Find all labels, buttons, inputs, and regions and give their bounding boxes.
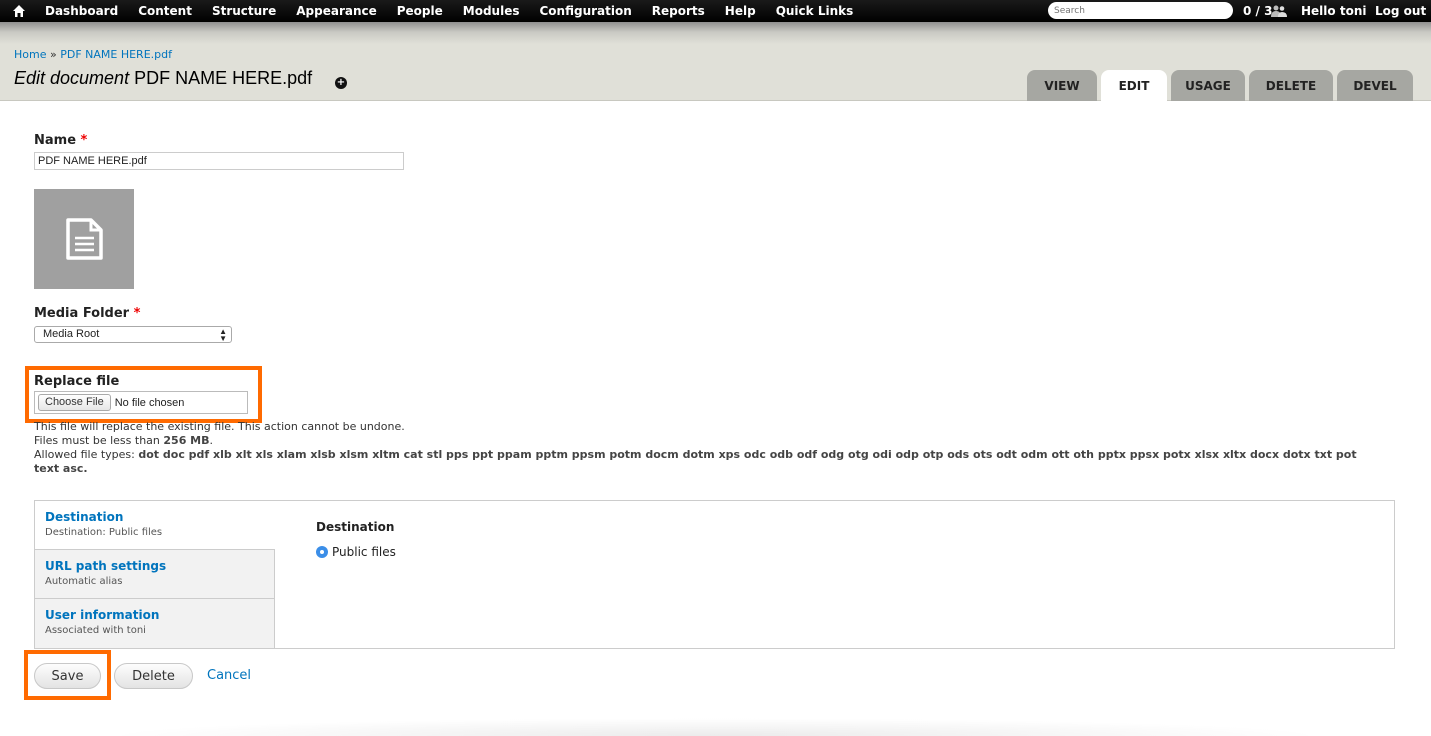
no-file-chosen-text: No file chosen bbox=[114, 396, 185, 409]
select-arrows-icon: ▲ ▼ bbox=[219, 327, 227, 343]
vertical-tabs-list: Destination Destination: Public files UR… bbox=[35, 501, 275, 648]
delete-button[interactable]: Delete bbox=[114, 663, 193, 689]
desc-types-suffix: . bbox=[83, 462, 88, 475]
vtab-url-path-settings[interactable]: URL path settings Automatic alias bbox=[35, 550, 275, 599]
cancel-link[interactable]: Cancel bbox=[207, 668, 251, 683]
vtab-destination[interactable]: Destination Destination: Public files bbox=[35, 501, 275, 550]
desc-size-prefix: Files must be less than bbox=[34, 434, 164, 447]
toolbar-item-people[interactable]: People bbox=[397, 0, 443, 22]
admin-toolbar: Dashboard Content Structure Appearance P… bbox=[0, 0, 1431, 22]
page-bottom-shadow bbox=[100, 718, 1330, 736]
greeting-text: Hello bbox=[1301, 4, 1340, 18]
vtab-summary: Associated with toni bbox=[45, 625, 146, 636]
vtab-title: Destination bbox=[45, 510, 124, 524]
primary-tabs: VIEW EDIT USAGE DELETE DEVEL bbox=[1023, 70, 1413, 102]
tab-edit[interactable]: EDIT bbox=[1101, 70, 1167, 102]
vtab-summary: Destination: Public files bbox=[45, 527, 163, 538]
desc-size-limit: Files must be less than 256 MB. bbox=[34, 434, 1384, 448]
users-icon bbox=[1271, 5, 1287, 17]
save-button[interactable]: Save bbox=[34, 663, 101, 689]
toolbar-item-quick-links[interactable]: Quick Links bbox=[776, 0, 854, 22]
page-title-name: PDF NAME HERE.pdf bbox=[129, 68, 313, 88]
toolbar-item-appearance[interactable]: Appearance bbox=[296, 0, 377, 22]
username-link[interactable]: toni bbox=[1340, 4, 1367, 18]
vtab-title: User information bbox=[45, 608, 160, 622]
user-count: 0 / 3 bbox=[1243, 4, 1273, 18]
breadcrumb-home-link[interactable]: Home bbox=[14, 48, 46, 61]
media-folder-label: Media Folder * bbox=[34, 306, 140, 321]
breadcrumb: Home » PDF NAME HERE.pdf bbox=[14, 48, 172, 61]
name-label: Name * bbox=[34, 133, 87, 148]
public-files-option-label[interactable]: Public files bbox=[332, 545, 396, 559]
vtab-user-information[interactable]: User information Associated with toni bbox=[35, 599, 275, 648]
desc-size-value: 256 MB bbox=[163, 434, 210, 447]
toolbar-item-help[interactable]: Help bbox=[725, 0, 756, 22]
user-greeting: Hello toni bbox=[1301, 0, 1366, 22]
shortcut-add-icon[interactable]: + bbox=[335, 77, 347, 89]
tab-devel[interactable]: DEVEL bbox=[1337, 70, 1413, 101]
desc-types-list: dot doc pdf xlb xlt xls xlam xlsb xlsm x… bbox=[34, 448, 1357, 475]
vtab-summary: Automatic alias bbox=[45, 576, 123, 587]
logout-link[interactable]: Log out bbox=[1375, 0, 1426, 22]
page-title: Edit document PDF NAME HERE.pdf bbox=[14, 68, 312, 89]
breadcrumb-current-link[interactable]: PDF NAME HERE.pdf bbox=[60, 48, 172, 61]
replace-file-label: Replace file bbox=[34, 374, 120, 389]
replace-file-input[interactable]: Choose File No file chosen bbox=[34, 391, 248, 414]
toolbar-item-reports[interactable]: Reports bbox=[652, 0, 705, 22]
desc-replace-warning: This file will replace the existing file… bbox=[34, 420, 405, 433]
tab-delete[interactable]: DELETE bbox=[1249, 70, 1333, 101]
home-icon[interactable] bbox=[12, 4, 26, 18]
page-title-prefix: Edit document bbox=[14, 68, 130, 88]
toolbar-item-dashboard[interactable]: Dashboard bbox=[45, 0, 118, 22]
choose-file-button[interactable]: Choose File bbox=[38, 394, 111, 411]
desc-types-prefix: Allowed file types: bbox=[34, 448, 139, 461]
name-input[interactable] bbox=[34, 152, 404, 170]
file-thumbnail bbox=[34, 189, 134, 289]
vtab-title: URL path settings bbox=[45, 559, 167, 573]
search-input[interactable] bbox=[1048, 2, 1233, 19]
tab-usage[interactable]: USAGE bbox=[1171, 70, 1245, 101]
desc-size-suffix: . bbox=[209, 434, 214, 447]
toolbar-item-configuration[interactable]: Configuration bbox=[540, 0, 632, 22]
required-marker: * bbox=[133, 306, 141, 321]
toolbar-item-structure[interactable]: Structure bbox=[212, 0, 276, 22]
toolbar-item-content[interactable]: Content bbox=[138, 0, 192, 22]
media-folder-value: Media Root bbox=[43, 328, 100, 340]
destination-pane-title: Destination bbox=[316, 520, 395, 534]
media-folder-select[interactable]: Media Root ▲ ▼ bbox=[34, 326, 232, 343]
breadcrumb-separator: » bbox=[46, 48, 61, 61]
desc-allowed-types: Allowed file types: dot doc pdf xlb xlt … bbox=[34, 448, 1384, 476]
document-icon bbox=[66, 218, 103, 260]
page-header: Home » PDF NAME HERE.pdf Edit document P… bbox=[0, 22, 1431, 102]
media-folder-label-text: Media Folder bbox=[34, 306, 130, 321]
tab-view[interactable]: VIEW bbox=[1027, 70, 1097, 101]
replace-file-description: This file will replace the existing file… bbox=[34, 420, 1384, 476]
radio-selected-icon[interactable] bbox=[316, 546, 328, 558]
name-label-text: Name bbox=[34, 133, 77, 148]
required-marker: * bbox=[80, 133, 88, 148]
toolbar-menu: Dashboard Content Structure Appearance P… bbox=[45, 0, 873, 22]
vertical-tabs: Destination Destination: Public files UR… bbox=[34, 500, 1395, 649]
toolbar-item-modules[interactable]: Modules bbox=[463, 0, 520, 22]
